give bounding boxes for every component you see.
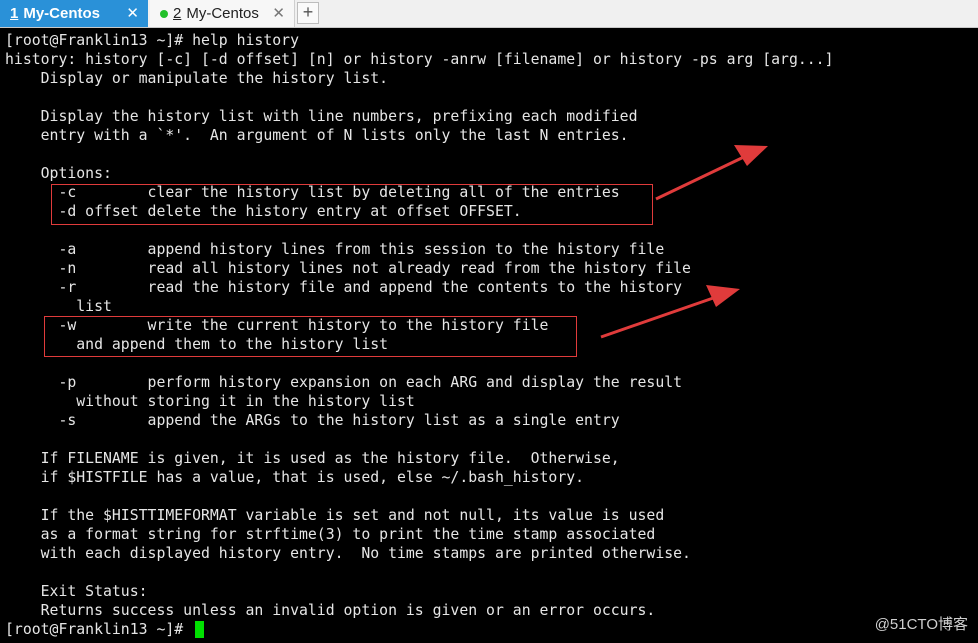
terminal-line: -n read all history lines not already re… <box>5 260 691 277</box>
add-tab-button[interactable]: + <box>297 2 319 24</box>
terminal-line: -a append history lines from this sessio… <box>5 241 665 258</box>
terminal-line: Exit Status: <box>5 583 148 600</box>
terminal-line: If FILENAME is given, it is used as the … <box>5 450 620 467</box>
terminal-line: [root@Franklin13 ~]# <box>5 621 193 638</box>
terminal-line: without storing it in the history list <box>5 393 415 410</box>
terminal-line: entry with a `*'. An argument of N lists… <box>5 127 629 144</box>
terminal-line: -s append the ARGs to the history list a… <box>5 412 620 429</box>
tab-my-centos-1[interactable]: 1 My-Centos ✕ <box>0 0 148 27</box>
watermark: @51CTO博客 <box>874 616 968 633</box>
highlight-box-clear-delete-options <box>51 184 653 225</box>
terminal-line: history: history [-c] [-d offset] [n] or… <box>5 51 834 68</box>
terminal-line: Returns success unless an invalid option… <box>5 602 656 619</box>
highlight-box-write-option <box>44 316 577 357</box>
tab-my-centos-2[interactable]: 2 My-Centos ✕ <box>150 0 295 27</box>
tab-title: My-Centos <box>23 5 101 22</box>
tab-bar: 1 My-Centos ✕ 2 My-Centos ✕ + <box>0 0 978 28</box>
terminal-line: Display or manipulate the history list. <box>5 70 389 87</box>
terminal-line: Display the history list with line numbe… <box>5 108 638 125</box>
terminal-line: -p perform history expansion on each ARG… <box>5 374 683 391</box>
tab-number: 2 <box>173 5 182 22</box>
terminal-line: list <box>5 298 112 315</box>
close-icon[interactable]: ✕ <box>272 4 285 22</box>
terminal-line: Options: <box>5 165 112 182</box>
terminal-cursor <box>195 621 204 638</box>
terminal-line: with each displayed history entry. No ti… <box>5 545 691 562</box>
terminal-line: If the $HISTTIMEFORMAT variable is set a… <box>5 507 665 524</box>
terminal-line: [root@Franklin13 ~]# help history <box>5 32 299 49</box>
tab-title: My-Centos <box>186 5 259 22</box>
tab-number: 1 <box>10 5 19 22</box>
terminal-line: as a format string for strftime(3) to pr… <box>5 526 656 543</box>
close-icon[interactable]: ✕ <box>126 4 139 22</box>
connection-status-icon <box>160 9 168 18</box>
terminal-line: -r read the history file and append the … <box>5 279 683 296</box>
terminal-line: if $HISTFILE has a value, that is used, … <box>5 469 585 486</box>
